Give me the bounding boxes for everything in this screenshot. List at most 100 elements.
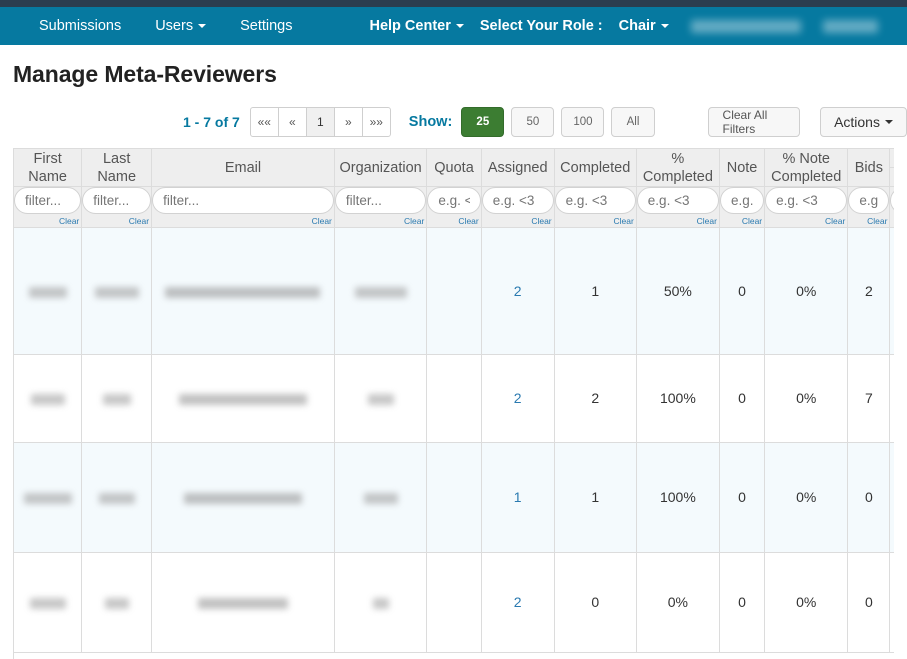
table-row[interactable]: 2150%00%20 bbox=[14, 227, 894, 355]
meta-reviewers-table-container[interactable]: First Name Last Name Email Organization Qu… bbox=[13, 148, 894, 659]
page-size-100-button[interactable]: 100 bbox=[561, 107, 605, 137]
filter-clear-first-name[interactable]: Clear bbox=[14, 216, 81, 227]
filter-cell-quota: Clear bbox=[426, 186, 482, 228]
filter-cell-submissions-papers: Clear bbox=[889, 186, 894, 228]
organization-redacted bbox=[354, 286, 407, 298]
col-header-bids[interactable]: Bids bbox=[847, 149, 891, 188]
table-header: First Name Last Name Email Organization Qu… bbox=[14, 149, 894, 228]
table-body: 2150%00%2022100%00%7011100%00%00200%00%0… bbox=[14, 227, 894, 653]
filter-input-bids[interactable] bbox=[848, 187, 890, 215]
filter-input-pct-completed[interactable] bbox=[636, 187, 719, 215]
filter-cell-pct-completed: Clear bbox=[636, 186, 720, 228]
nav-secondary-links: Help Center Select Your Role : Chair bbox=[361, 7, 878, 45]
filter-clear-pct-completed[interactable]: Clear bbox=[637, 216, 719, 227]
filter-input-completed[interactable] bbox=[554, 187, 636, 215]
filter-cell-bids: Clear bbox=[847, 186, 891, 228]
cell-first-name bbox=[14, 227, 83, 355]
cell-pct-completed: 50% bbox=[636, 227, 720, 355]
filter-clear-assigned[interactable]: Clear bbox=[482, 216, 554, 227]
pagination-first-button[interactable]: «« bbox=[249, 107, 279, 137]
filter-input-pct-note-completed[interactable] bbox=[765, 187, 848, 215]
filter-clear-bids[interactable]: Clear bbox=[848, 216, 889, 227]
pagination-prev-button[interactable]: « bbox=[277, 107, 307, 137]
account-name-redacted[interactable] bbox=[690, 19, 801, 33]
filter-clear-submissions-papers[interactable]: Clear bbox=[890, 216, 894, 227]
col-header-submissions-papers[interactable]: Papers bbox=[889, 167, 894, 188]
filter-clear-organization[interactable]: Clear bbox=[335, 216, 426, 227]
select-your-role-text: Select Your Role : bbox=[479, 18, 603, 34]
filter-input-assigned[interactable] bbox=[481, 187, 554, 215]
email-redacted bbox=[165, 286, 321, 298]
pagination-range-label: 1 - 7 of 7 bbox=[183, 114, 240, 130]
col-header-quota[interactable]: Quota bbox=[426, 149, 482, 188]
pagination-page-1-button[interactable]: 1 bbox=[305, 107, 335, 137]
nav-item-settings[interactable]: Settings bbox=[223, 7, 309, 45]
page-size-25-button[interactable]: 25 bbox=[461, 107, 505, 137]
role-selector-chair[interactable]: Chair bbox=[611, 7, 677, 45]
cell-assigned[interactable]: 2 bbox=[481, 552, 555, 653]
cell-email bbox=[151, 227, 335, 355]
cell-completed: 2 bbox=[554, 354, 637, 443]
filter-input-submissions-papers[interactable] bbox=[890, 187, 894, 215]
cell-quota bbox=[426, 227, 482, 355]
select-your-role-label: Select Your Role : bbox=[472, 7, 611, 45]
table-row[interactable]: 11100%00%00 bbox=[14, 442, 894, 553]
col-header-pct-note-completed[interactable]: % Note Completed bbox=[764, 149, 849, 188]
pagination-last-button[interactable]: »» bbox=[361, 107, 391, 137]
cell-assigned[interactable]: 2 bbox=[481, 354, 555, 443]
filter-clear-email[interactable]: Clear bbox=[152, 216, 334, 227]
filter-input-note[interactable] bbox=[719, 187, 765, 215]
email-redacted bbox=[183, 493, 302, 505]
actions-dropdown-button[interactable]: Actions bbox=[820, 107, 907, 137]
cell-last-name bbox=[81, 227, 153, 355]
col-header-note[interactable]: Note bbox=[719, 149, 766, 188]
pagination-controls: «« « 1 » »» bbox=[249, 107, 391, 137]
nav-item-submissions[interactable]: Submissions bbox=[22, 7, 138, 45]
filter-input-quota[interactable] bbox=[427, 187, 481, 215]
cell-first-name bbox=[14, 354, 83, 443]
filter-cell-email: Clear bbox=[151, 186, 335, 228]
table-row[interactable]: 200%00%00 bbox=[14, 552, 894, 653]
col-header-last-name[interactable]: Last Name bbox=[81, 149, 153, 188]
col-header-completed[interactable]: Completed bbox=[554, 149, 637, 188]
col-header-note-label: Note bbox=[726, 159, 758, 176]
nav-item-users[interactable]: Users bbox=[138, 7, 223, 45]
filter-clear-last-name[interactable]: Clear bbox=[82, 216, 151, 227]
col-header-first-name[interactable]: First Name bbox=[14, 149, 83, 188]
cell-assigned[interactable]: 2 bbox=[481, 227, 555, 355]
filter-cell-organization: Clear bbox=[334, 186, 428, 228]
nav-item-help-center[interactable]: Help Center bbox=[361, 7, 471, 45]
cell-email bbox=[151, 552, 335, 653]
table-toolbar: 1 - 7 of 7 «« « 1 » »» Show: 25 50 100 A… bbox=[0, 88, 907, 140]
filter-clear-completed[interactable]: Clear bbox=[555, 216, 636, 227]
page-size-50-button[interactable]: 50 bbox=[511, 107, 555, 137]
page-size-all-button[interactable]: All bbox=[611, 107, 655, 137]
cell-assigned[interactable]: 1 bbox=[481, 442, 555, 553]
filter-input-email[interactable] bbox=[152, 187, 334, 215]
cell-note: 0 bbox=[719, 552, 766, 653]
filter-clear-pct-note-completed[interactable]: Clear bbox=[765, 216, 847, 227]
filter-clear-note[interactable]: Clear bbox=[720, 216, 764, 227]
col-header-pct-completed[interactable]: % Completed bbox=[636, 149, 720, 188]
table-row[interactable]: 22100%00%70 bbox=[14, 354, 894, 443]
filter-input-first-name[interactable] bbox=[14, 187, 82, 215]
filter-input-organization[interactable] bbox=[334, 187, 427, 215]
sign-out-redacted[interactable] bbox=[822, 19, 878, 33]
filter-input-last-name[interactable] bbox=[82, 187, 152, 215]
cell-last-name bbox=[81, 354, 153, 443]
col-header-email-label: Email bbox=[224, 159, 262, 176]
nav-item-submissions-label: Submissions bbox=[39, 18, 122, 34]
pagination-next-button[interactable]: » bbox=[333, 107, 363, 137]
clear-all-filters-button[interactable]: Clear All Filters bbox=[707, 107, 801, 137]
filter-cell-completed: Clear bbox=[554, 186, 637, 228]
col-header-assigned[interactable]: Assigned bbox=[481, 149, 555, 188]
filter-cell-assigned: Clear bbox=[481, 186, 555, 228]
cell-organization bbox=[334, 442, 428, 553]
cell-last-name bbox=[81, 442, 153, 553]
filter-clear-quota[interactable]: Clear bbox=[427, 216, 480, 227]
col-header-email[interactable]: Email bbox=[151, 149, 335, 188]
last-name-redacted bbox=[104, 598, 129, 610]
col-header-organization[interactable]: Organization bbox=[334, 149, 428, 188]
col-group-header-submissions: Submissions bbox=[889, 149, 894, 169]
cell-first-name bbox=[14, 442, 83, 553]
